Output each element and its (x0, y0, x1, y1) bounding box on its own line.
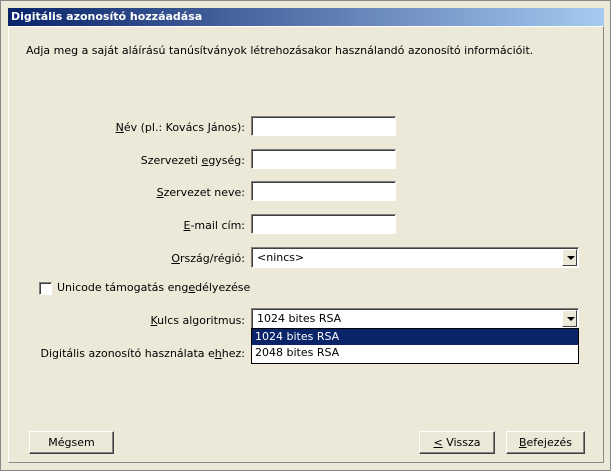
key-algorithm-value: 1024 bites RSA (257, 312, 342, 325)
org-unit-label-row: Szervezeti egység: (1, 154, 245, 172)
usage-label: Digitális azonosító használata ehhez: (40, 347, 246, 360)
cancel-button[interactable]: Mégsem (29, 431, 114, 454)
country-label: Ország/régió: (171, 252, 245, 265)
intro-text: Adja meg a saját aláírású tanúsítványok … (26, 44, 534, 57)
chevron-down-icon[interactable] (562, 249, 577, 266)
org-unit-input[interactable] (251, 149, 396, 169)
dialog-panel (8, 26, 604, 463)
key-algorithm-option-2048[interactable]: 2048 bites RSA (252, 345, 578, 361)
country-label-row: Ország/régió: (1, 252, 245, 270)
back-button[interactable]: < Vissza (419, 431, 495, 454)
name-input[interactable] (251, 116, 396, 136)
name-label: Név (pl.: Kovács János): (115, 121, 245, 134)
finish-button[interactable]: Befejezés (506, 431, 585, 454)
unicode-checkbox-label[interactable]: Unicode támogatás engedélyezése (57, 281, 250, 294)
org-unit-label: Szervezeti egység: (140, 154, 245, 167)
country-select[interactable]: <nincs> (251, 247, 579, 268)
dialog-window: Digitális azonosító hozzáadása Adja meg … (0, 0, 611, 471)
email-label-row: E-mail cím: (1, 219, 245, 237)
dialog-title: Digitális azonosító hozzáadása (8, 8, 604, 26)
org-name-input[interactable] (251, 181, 396, 201)
key-algorithm-label-row: Kulcs algoritmus: (1, 314, 246, 332)
usage-label-row: Digitális azonosító használata ehhez: (1, 347, 246, 365)
unicode-checkbox[interactable] (39, 282, 52, 295)
org-name-label: Szervezet neve: (156, 186, 245, 199)
key-algorithm-dropdown-list: 1024 bites RSA 2048 bites RSA (251, 328, 579, 364)
name-label-row: Név (pl.: Kovács János): (1, 121, 245, 139)
email-input[interactable] (251, 214, 396, 234)
org-name-label-row: Szervezet neve: (1, 186, 245, 204)
chevron-down-icon[interactable] (562, 310, 577, 327)
key-algorithm-label: Kulcs algoritmus: (150, 314, 246, 327)
email-label: E-mail cím: (183, 219, 245, 232)
key-algorithm-option-1024[interactable]: 1024 bites RSA (252, 329, 578, 345)
key-algorithm-select[interactable]: 1024 bites RSA (251, 308, 579, 329)
country-value: <nincs> (257, 251, 305, 264)
